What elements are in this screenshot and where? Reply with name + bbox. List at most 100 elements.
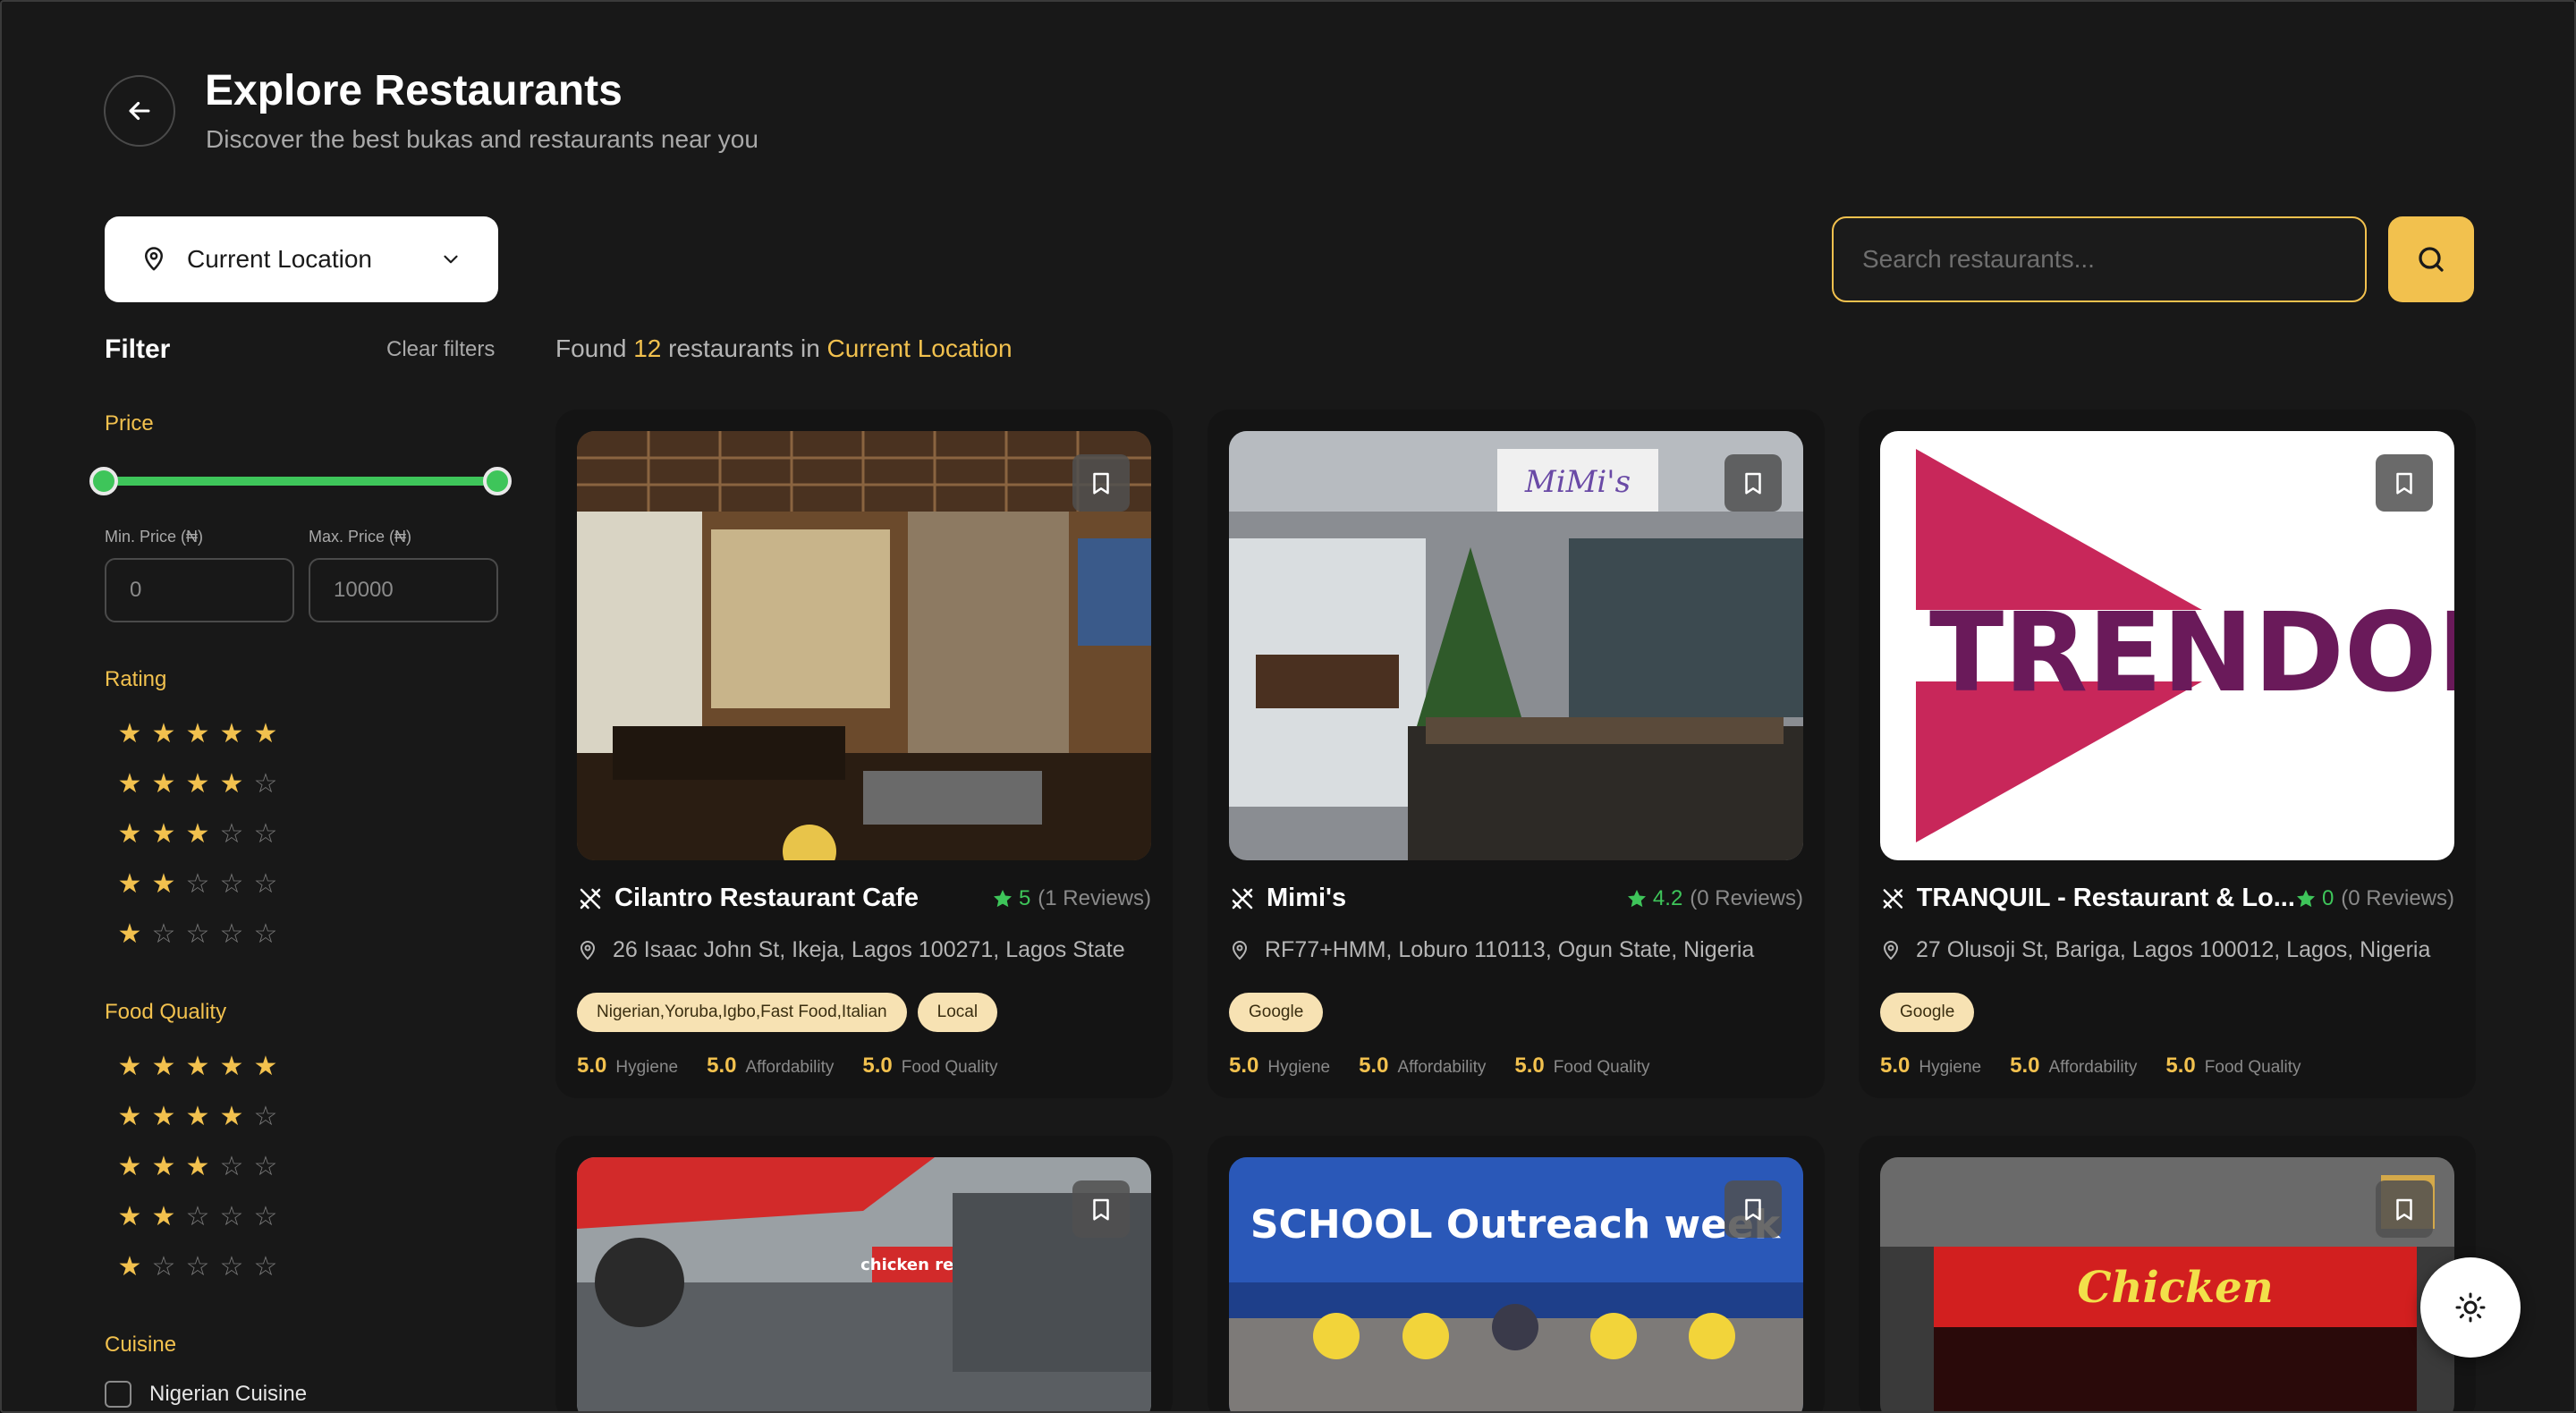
- star-icon: ★: [185, 1102, 210, 1131]
- bookmark-button[interactable]: [2376, 1180, 2433, 1238]
- price-min-handle[interactable]: [89, 467, 118, 495]
- restaurant-name[interactable]: TRANQUIL - Restaurant & Lo...: [1917, 884, 2295, 913]
- star-icon: ★: [117, 819, 142, 849]
- location-select[interactable]: Current Location: [105, 216, 498, 302]
- star-icon: ☆: [253, 1202, 278, 1231]
- star-icon: ★: [117, 1102, 142, 1131]
- bookmark-button[interactable]: [1072, 454, 1130, 512]
- star-icon: ★: [185, 1152, 210, 1181]
- address-text: 26 Isaac John St, Ikeja, Lagos 100271, L…: [613, 937, 1125, 962]
- address-text: 27 Olusoji St, Bariga, Lagos 100012, Lag…: [1916, 937, 2431, 962]
- rating-filter-option-5[interactable]: ★ ★ ★ ★ ★: [116, 721, 279, 748]
- food-quality-filter-option-4[interactable]: ★ ★ ★ ★ ☆: [116, 1104, 279, 1130]
- rating-value: 4.2: [1652, 885, 1683, 910]
- restaurant-name[interactable]: Mimi's: [1267, 884, 1346, 913]
- food-quality-filter-option-2[interactable]: ★ ★ ☆ ☆ ☆: [116, 1204, 279, 1231]
- hygiene-label: Hygiene: [1267, 1058, 1331, 1077]
- app-window: Explore Restaurants Discover the best bu…: [0, 0, 2576, 1413]
- restaurant-name[interactable]: Cilantro Restaurant Cafe: [614, 884, 919, 913]
- sun-icon: [2455, 1292, 2486, 1323]
- cuisine-option-nigerian[interactable]: Nigerian Cuisine: [105, 1381, 307, 1408]
- min-price-input[interactable]: [105, 558, 294, 622]
- results-middle: restaurants in: [668, 334, 820, 362]
- page-title: Explore Restaurants: [205, 67, 623, 114]
- star-icon: ★: [117, 1152, 142, 1181]
- restaurant-photo: chicken republic: [577, 1157, 1151, 1411]
- affordability-value: 5.0: [1359, 1053, 1389, 1078]
- tag-list: Google: [1229, 993, 1324, 1032]
- food-quality-filter-option-5[interactable]: ★ ★ ★ ★ ★: [116, 1053, 279, 1080]
- star-icon: ☆: [253, 869, 278, 899]
- review-count: (0 Reviews): [2341, 885, 2454, 910]
- tag-list: Google: [1880, 993, 1975, 1032]
- star-icon: ☆: [151, 1252, 176, 1282]
- restaurant-card[interactable]: Chicken: [1859, 1136, 2476, 1411]
- restaurant-card[interactable]: SCHOOL Outreach week: [1208, 1136, 1825, 1411]
- rating-value: 5: [1018, 885, 1031, 910]
- star-icon: ☆: [219, 869, 244, 899]
- star-icon: [2296, 889, 2315, 907]
- rating-section-title: Rating: [105, 667, 167, 691]
- rating-filter-option-1[interactable]: ★ ☆ ☆ ☆ ☆: [116, 921, 279, 948]
- max-price-input[interactable]: [309, 558, 498, 622]
- utensils-icon: [1883, 888, 1903, 909]
- bookmark-button[interactable]: [1724, 1180, 1782, 1238]
- restaurant-rating: 4.2 (0 Reviews): [1626, 886, 1803, 911]
- store-sign-text: Chicken: [2077, 1263, 2273, 1313]
- restaurant-card[interactable]: Cilantro Restaurant Cafe 5 (1 Reviews) 2…: [555, 410, 1173, 1098]
- bookmark-button[interactable]: [1072, 1180, 1130, 1238]
- search-input[interactable]: [1832, 216, 2367, 302]
- review-count: (0 Reviews): [1690, 885, 1803, 910]
- theme-toggle-button[interactable]: [2420, 1257, 2521, 1358]
- star-icon: ☆: [253, 769, 278, 799]
- star-icon: ★: [219, 1052, 244, 1081]
- star-icon: ★: [151, 769, 176, 799]
- restaurant-card[interactable]: TRENDOP TRANQUIL - Restaurant & Lo... 0 …: [1859, 410, 2476, 1098]
- price-max-handle[interactable]: [483, 467, 512, 495]
- food-quality-filter-option-1[interactable]: ★ ☆ ☆ ☆ ☆: [116, 1254, 279, 1281]
- card-title-row: Cilantro Restaurant Cafe 5 (1 Reviews): [577, 884, 1151, 913]
- cuisine-checkbox[interactable]: [105, 1381, 131, 1408]
- hygiene-metric: 5.0 Hygiene: [1229, 1053, 1330, 1079]
- map-pin-icon: [577, 940, 598, 961]
- results-prefix: Found: [555, 334, 627, 362]
- restaurant-address: RF77+HMM, Loburo 110113, Ogun State, Nig…: [1229, 937, 1754, 963]
- metrics-row: 5.0 Hygiene 5.0 Affordability 5.0 Food Qual…: [1229, 1053, 1650, 1079]
- results-count: 12: [633, 334, 662, 362]
- metrics-row: 5.0 Hygiene 5.0 Affordability 5.0 Food Qual…: [1880, 1053, 2301, 1079]
- food-quality-metric: 5.0 Food Quality: [1514, 1053, 1649, 1079]
- affordability-label: Affordability: [1397, 1058, 1487, 1077]
- bookmark-button[interactable]: [2376, 454, 2433, 512]
- restaurant-card[interactable]: MiMi's Mimi's 4.2 (0 Reviews) RF77+HMM, …: [1208, 410, 1825, 1098]
- affordability-metric: 5.0 Affordability: [1359, 1053, 1486, 1079]
- utensils-icon: [580, 888, 601, 909]
- search-button[interactable]: [2388, 216, 2474, 302]
- chevron-down-icon: [439, 248, 462, 271]
- star-icon: ★: [185, 719, 210, 749]
- star-icon: ★: [185, 1052, 210, 1081]
- rating-filter-option-2[interactable]: ★ ★ ☆ ☆ ☆: [116, 871, 279, 898]
- star-icon: ★: [151, 819, 176, 849]
- rating-filter-option-3[interactable]: ★ ★ ★ ☆ ☆: [116, 821, 279, 848]
- star-icon: ☆: [151, 919, 176, 949]
- star-icon: ★: [117, 1052, 142, 1081]
- star-icon: ★: [185, 769, 210, 799]
- back-button[interactable]: [104, 75, 175, 147]
- star-icon: ★: [219, 769, 244, 799]
- food-quality-metric: 5.0 Food Quality: [862, 1053, 997, 1079]
- price-section-title: Price: [105, 411, 154, 436]
- clear-filters-link[interactable]: Clear filters: [386, 337, 495, 362]
- tag-list: Nigerian,Yoruba,Igbo,Fast Food,Italian L…: [577, 993, 998, 1032]
- arrow-left-icon: [129, 101, 150, 121]
- bookmark-button[interactable]: [1724, 454, 1782, 512]
- affordability-value: 5.0: [2010, 1053, 2040, 1078]
- cuisine-tag: Nigerian,Yoruba,Igbo,Fast Food,Italian: [577, 993, 907, 1032]
- price-slider-track[interactable]: [104, 477, 497, 486]
- star-icon: ☆: [253, 1152, 278, 1181]
- rating-filter-option-4[interactable]: ★ ★ ★ ★ ☆: [116, 771, 279, 798]
- star-icon: ★: [117, 719, 142, 749]
- food-quality-filter-option-3[interactable]: ★ ★ ★ ☆ ☆: [116, 1154, 279, 1180]
- bookmark-icon: [1745, 472, 1761, 495]
- restaurant-card[interactable]: chicken republic: [555, 1136, 1173, 1411]
- map-pin-icon: [1880, 940, 1902, 961]
